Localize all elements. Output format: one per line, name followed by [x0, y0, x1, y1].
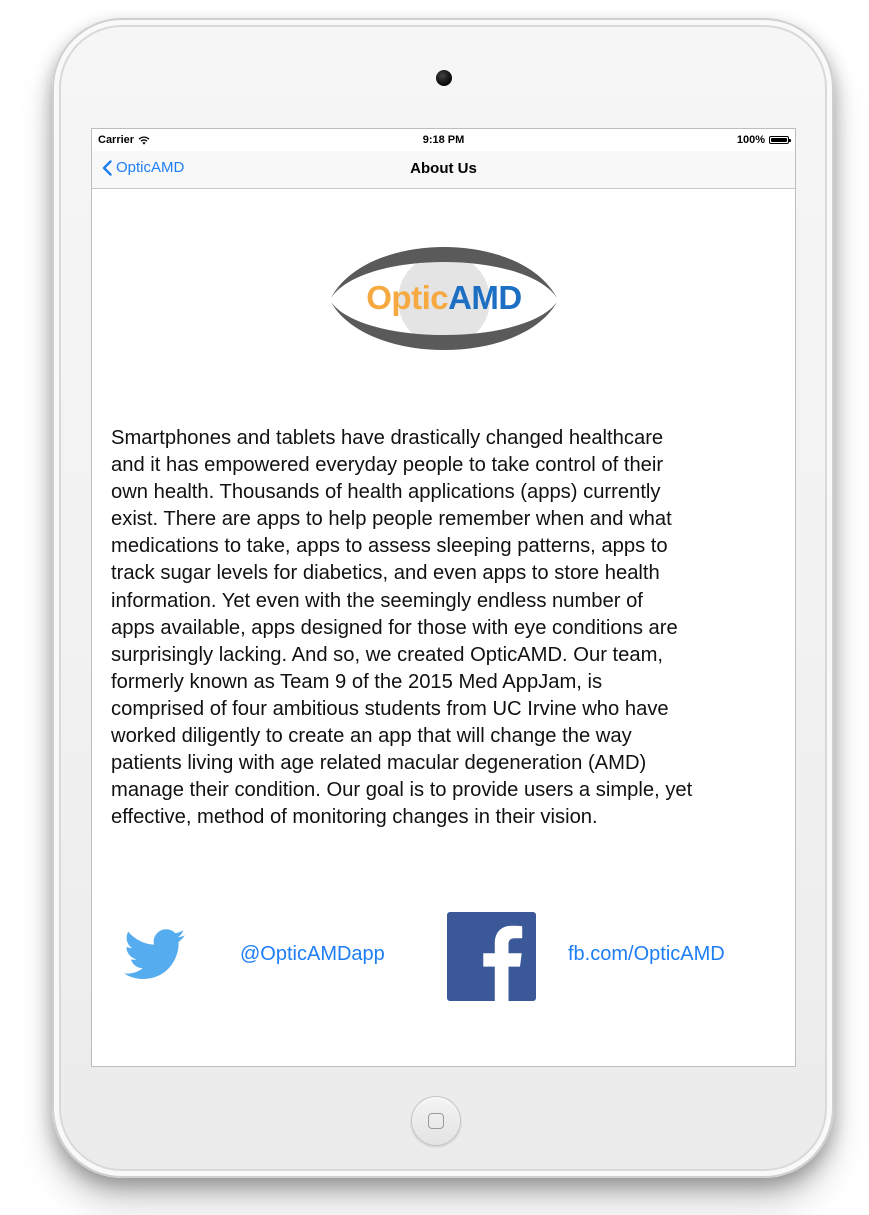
status-bar: Carrier 9:18 PM 100% [92, 129, 795, 151]
facebook-link[interactable]: fb.com/OpticAMD [568, 943, 725, 966]
front-camera [436, 70, 452, 86]
battery-icon [769, 136, 791, 144]
app-screen: Carrier 9:18 PM 100% OpticAMD About Us O… [91, 128, 796, 1067]
opticamd-logo: OpticAMD [329, 232, 559, 362]
status-battery: 100% [736, 134, 791, 146]
logo-word-optic: Optic [366, 279, 449, 316]
navigation-bar: OpticAMD About Us [92, 151, 795, 189]
about-paragraph: Smartphones and tablets have drastically… [111, 427, 693, 829]
logo-word-amd: AMD [448, 279, 522, 316]
status-time: 9:18 PM [422, 134, 465, 146]
home-square-icon [428, 1113, 444, 1129]
twitter-bird-icon[interactable] [124, 929, 186, 981]
logo-wordmark: OpticAMD [329, 279, 559, 317]
twitter-link[interactable]: @OpticAMDapp [240, 943, 385, 966]
battery-percent: 100% [736, 134, 765, 146]
facebook-f-icon[interactable] [447, 912, 536, 1001]
social-links: @OpticAMDapp fb.com/OpticAMD [92, 909, 795, 1001]
page-title: About Us [410, 160, 477, 177]
home-button[interactable] [411, 1096, 461, 1146]
